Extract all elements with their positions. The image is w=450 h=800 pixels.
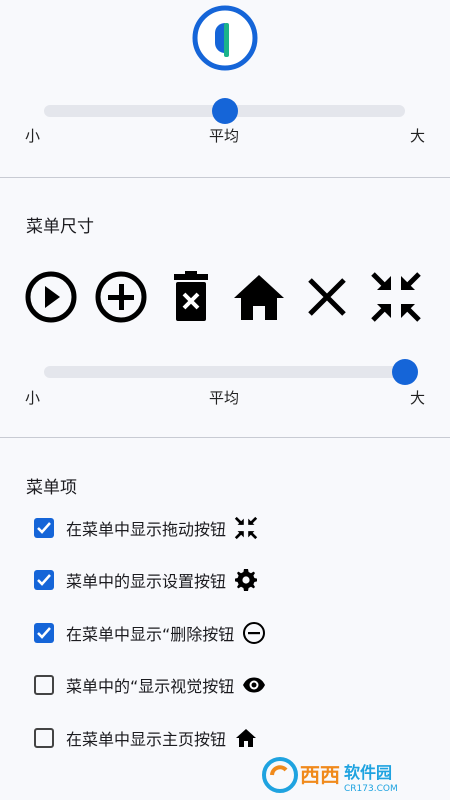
size-slider[interactable] [44,98,405,124]
menu-item-label: 在菜单中显示拖动按钮 [66,520,227,539]
section-title-menu-items: 菜单项 [26,478,77,498]
scale-label-average: 平均 [209,127,240,145]
section-title-menu-size: 菜单尺寸 [26,217,94,237]
slider-thumb[interactable] [392,359,418,385]
watermark-logo: 西西 软件园 CR173.COM [262,757,398,794]
menu-item-label: 在菜单中显示主页按钮 [66,730,227,749]
scale-label-large: 大 [410,389,426,407]
eye-icon [242,673,266,697]
checkbox-checked[interactable] [34,518,54,538]
gear-icon [234,568,258,592]
menu-item-visual-button[interactable]: 菜单中的“显示视觉按钮 [34,672,266,698]
checkbox-unchecked[interactable] [34,675,54,695]
divider [0,177,450,178]
scale-label-large: 大 [410,127,426,145]
minus-circle-icon [242,621,266,645]
add-circle-icon [94,270,148,324]
divider [0,437,450,438]
svg-text:CR173.COM: CR173.COM [344,784,398,794]
collapse-icon [234,516,258,540]
checkbox-unchecked[interactable] [34,728,54,748]
menu-item-delete-button[interactable]: 在菜单中显示“删除按钮 [34,620,266,646]
menu-item-settings-button[interactable]: 菜单中的显示设置按钮 [34,567,258,593]
scale-label-average: 平均 [209,389,240,407]
home-icon [232,270,286,324]
menu-item-home-button[interactable]: 在菜单中显示主页按钮 [34,725,258,751]
collapse-icon [369,270,423,324]
menu-item-label: 菜单中的显示设置按钮 [66,572,227,591]
app-logo [192,5,258,71]
scale-label-small: 小 [25,389,41,407]
slider-thumb[interactable] [211,98,238,124]
checkbox-checked[interactable] [34,623,54,643]
menu-item-label: 菜单中的“显示视觉按钮 [66,677,235,696]
delete-icon [164,270,218,324]
close-icon [300,270,354,324]
menu-item-label: 在菜单中显示“删除按钮 [66,625,235,644]
svg-text:西西: 西西 [300,763,340,787]
svg-text:软件园: 软件园 [344,763,392,782]
menu-size-slider[interactable] [44,359,418,385]
menu-item-drag-button[interactable]: 在菜单中显示拖动按钮 [34,515,258,541]
scale-label-small: 小 [25,127,41,145]
watermark: 西西 软件园 CR173.COM [260,756,438,794]
checkbox-checked[interactable] [34,570,54,590]
play-circle-icon [24,270,78,324]
home-icon [234,726,258,750]
slider-track [44,366,405,378]
